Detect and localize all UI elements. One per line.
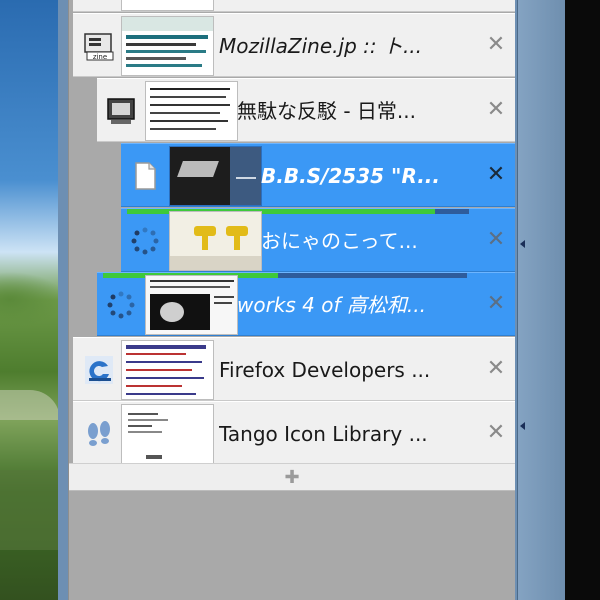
tab-thumbnail (121, 404, 214, 464)
window-frame-right-edge (517, 0, 566, 600)
document-icon (135, 162, 156, 190)
tab-close-button[interactable]: ✕ (485, 34, 507, 56)
tab-thumbnail (169, 146, 262, 206)
tab-row-partial[interactable] (73, 0, 515, 12)
tab-thumbnail (169, 211, 262, 271)
tab-item[interactable]: Tango Icon Library ... ✕ (73, 401, 515, 465)
footprints-icon (88, 421, 110, 446)
tab-item-selected-loading[interactable]: おにゃのこって... ✕ (121, 208, 515, 272)
tab-thumbnail (145, 81, 238, 141)
vertical-tab-sidebar: zine MozillaZine.jp :: ト... ✕ 無駄な反駁 - 日常… (68, 0, 515, 600)
tab-title: 無駄な反駁 - 日常... (237, 99, 417, 123)
tab-title: works 4 of 高松和... (237, 293, 426, 317)
tab-close-button[interactable]: ✕ (485, 99, 507, 121)
tab-item[interactable]: Firefox Developers ... ✕ (73, 337, 515, 401)
wallpaper-hill (0, 390, 60, 420)
tab-title: Tango Icon Library ... (219, 422, 428, 446)
screen-edge (565, 0, 600, 600)
tab-title: MozillaZine.jp :: ト... (219, 34, 423, 58)
tab-close-button[interactable]: ✕ (485, 358, 507, 380)
scroll-marker-icon (520, 240, 525, 248)
tab-thumbnail (121, 16, 214, 76)
svg-text:zine: zine (93, 53, 107, 61)
tab-thumbnail (121, 0, 214, 11)
tab-item-selected-loading[interactable]: works 4 of 高松和... ✕ (97, 272, 515, 336)
scroll-marker-icon (520, 422, 525, 430)
new-tab-button[interactable]: ✚ (69, 463, 515, 491)
tab-title: B.B.S/2535 "R... (261, 164, 441, 188)
computer-icon (107, 98, 135, 124)
firefox-dev-icon (85, 356, 113, 384)
tab-thumbnail (121, 340, 214, 400)
desktop-wallpaper (0, 0, 60, 600)
mozillazine-icon: zine (84, 33, 114, 61)
tab-item-selected[interactable]: B.B.S/2535 "R... ✕ (121, 143, 515, 207)
tab-close-button[interactable]: ✕ (485, 422, 507, 444)
tab-title: Firefox Developers ... (219, 358, 431, 382)
loading-spinner-icon (107, 291, 135, 319)
tab-close-button[interactable]: ✕ (485, 164, 507, 186)
wallpaper-field (0, 470, 60, 550)
tab-close-button[interactable]: ✕ (485, 229, 507, 251)
tab-item[interactable]: zine MozillaZine.jp :: ト... ✕ (73, 13, 515, 77)
tab-thumbnail (145, 275, 238, 335)
loading-spinner-icon (131, 227, 159, 255)
tab-item[interactable]: 無駄な反駁 - 日常... ✕ (97, 78, 515, 142)
tab-close-button[interactable]: ✕ (485, 293, 507, 315)
tab-title: おにゃのこって... (261, 229, 418, 253)
